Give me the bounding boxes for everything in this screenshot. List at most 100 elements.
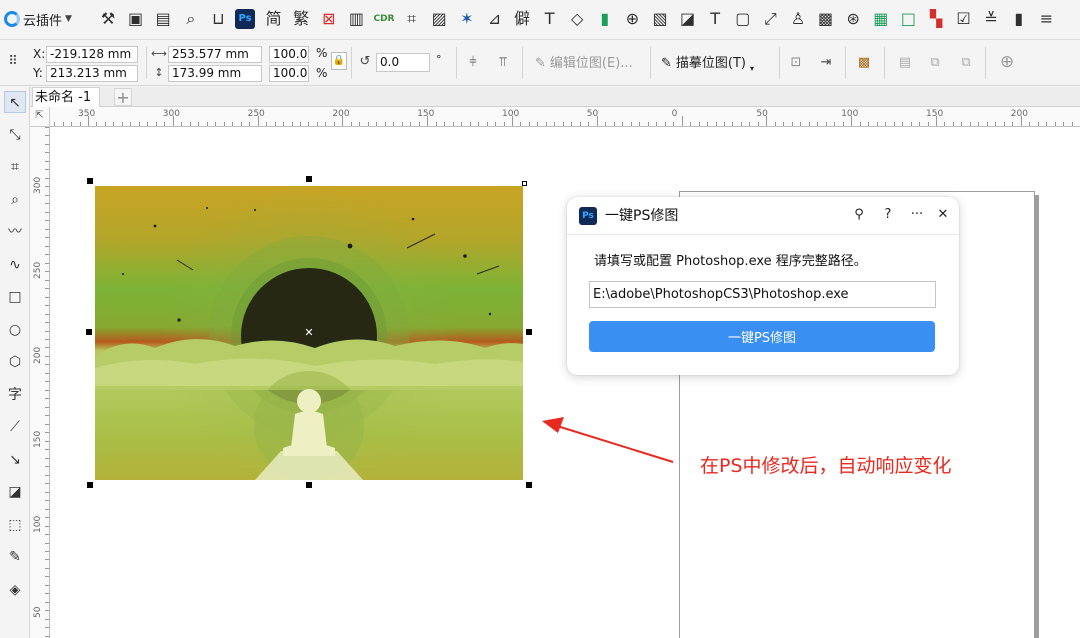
close-icon[interactable]: ✕ [933, 205, 953, 225]
chart-icon[interactable]: ⊿ [483, 8, 505, 30]
shadow-tool-icon[interactable]: ◪ [4, 481, 26, 503]
eyedropper-tool-icon[interactable]: ✎ [4, 546, 26, 568]
ellipse-tool-icon[interactable]: ○ [4, 319, 26, 341]
list-icon[interactable]: ≡ [1035, 8, 1057, 30]
ruler-tick [478, 122, 480, 126]
resample-icon[interactable]: ⇥ [817, 53, 835, 73]
book-icon[interactable]: ▮ [1008, 8, 1030, 30]
one-click-ps-button[interactable]: 一键PS修图 [589, 321, 935, 352]
arrange-back-icon[interactable]: ⧉ [957, 53, 975, 73]
object-origin-icon[interactable]: ⠿ [4, 52, 22, 72]
arrange-icon[interactable]: ⧉ [926, 53, 944, 73]
picture-icon[interactable]: ▨ [428, 8, 450, 30]
zoom-tool-icon[interactable]: ⌕ [4, 189, 26, 211]
ruler-tick-label: 250 [33, 261, 43, 279]
simplified-chinese-icon[interactable]: 简 [263, 8, 285, 30]
selection-handle[interactable] [306, 176, 312, 182]
photoshop-path-input[interactable] [589, 281, 936, 308]
separator [522, 47, 523, 79]
scale-width-field[interactable]: 100.0 [269, 46, 309, 63]
ruler-tick [732, 122, 734, 126]
expand-icon[interactable]: ⤢ [759, 8, 781, 30]
edit-bitmap-button[interactable]: ✎ 编辑位图(E)... [535, 53, 633, 75]
selection-handle[interactable] [87, 178, 93, 184]
square-icon[interactable]: □ [897, 8, 919, 30]
bitmap-image[interactable]: ✕ [95, 186, 523, 480]
polygon-tool-icon[interactable]: ⬡ [4, 351, 26, 373]
trace-bitmap-button[interactable]: ✎ 描摹位图(T) ▾ [661, 53, 754, 75]
text-tool-icon[interactable]: 字 [4, 384, 26, 406]
ruler-tick [656, 122, 658, 126]
y-position-field[interactable]: 213.213 mm [46, 65, 138, 82]
pin-icon[interactable]: ⚲ [849, 205, 869, 225]
crop-tool-icon[interactable]: ⌗ [4, 156, 26, 178]
cdr-icon[interactable]: CDR [373, 8, 395, 30]
fill-tool-icon[interactable]: ◈ [4, 579, 26, 601]
artistic-media-icon[interactable]: ∿ [4, 254, 26, 276]
selection-handle[interactable] [87, 482, 93, 488]
tab-document[interactable]: 未命名 -1 [32, 87, 101, 107]
bookmark-green-icon[interactable]: ▮ [594, 8, 616, 30]
ruler-tick [240, 122, 242, 126]
selection-handle[interactable] [86, 329, 92, 335]
new-tab-button[interactable]: + [114, 88, 132, 106]
selection-handle[interactable] [526, 329, 532, 335]
badge-icon[interactable]: ⊛ [842, 8, 864, 30]
ruler-tick [45, 389, 49, 391]
ruler-origin-icon[interactable]: ⇱ [30, 107, 50, 127]
image-check-icon[interactable]: ▣ [125, 8, 147, 30]
crop-frame-icon[interactable]: ⌗ [401, 8, 423, 30]
image-edit-icon[interactable]: ◪ [677, 8, 699, 30]
height-field[interactable]: 173.99 mm [168, 65, 262, 82]
selection-handle[interactable] [522, 181, 527, 186]
wrench-icon[interactable]: ⚒ [97, 8, 119, 30]
crop-bitmap-icon[interactable]: ⊡ [787, 53, 805, 73]
help-icon[interactable]: ? [878, 205, 898, 225]
selection-handle[interactable] [526, 482, 532, 488]
scale-height-field[interactable]: 100.0 [269, 65, 309, 82]
plugin-menu-button[interactable]: 云插件 ▼ [4, 8, 72, 30]
checkbox-icon[interactable]: ☑ [953, 8, 975, 30]
x-position-field[interactable]: -219.128 mm [46, 46, 138, 63]
transparency-tool-icon[interactable]: ⬚ [4, 514, 26, 536]
column-icon[interactable]: ▥ [345, 8, 367, 30]
freehand-tool-icon[interactable]: 〰 [4, 221, 26, 243]
pixel-icon[interactable]: ▚ [925, 8, 947, 30]
selection-handle[interactable] [306, 482, 312, 488]
person-icon[interactable]: ♙ [787, 8, 809, 30]
rotation-field[interactable]: 0.0 [376, 53, 430, 72]
grid-icon[interactable]: ▦ [870, 8, 892, 30]
table-icon[interactable]: ▤ [152, 8, 174, 30]
rectangle-tool-icon[interactable]: □ [4, 286, 26, 308]
mirror-vertical-icon[interactable]: ⫪ [494, 53, 512, 73]
horizontal-ruler[interactable]: 350 300 250 200 150 100 50 0 50 100 150 200 [50, 107, 1080, 127]
add-icon[interactable]: ⊕ [998, 52, 1016, 72]
text-format-icon[interactable]: T [539, 8, 561, 30]
width-field[interactable]: 253.577 mm [168, 46, 262, 63]
rare-char-icon[interactable]: 僻 [511, 8, 533, 30]
shape-tool-icon[interactable]: ⤡ [4, 124, 26, 146]
vertical-ruler[interactable]: 300 250 200 150 100 50 [30, 127, 50, 638]
speech-icon[interactable]: ▢ [732, 8, 754, 30]
cup-icon[interactable]: ⊔ [207, 8, 229, 30]
gallery-icon[interactable]: ▩ [815, 8, 837, 30]
mirror-horizontal-icon[interactable]: ⫩ [464, 53, 482, 73]
lock-ratio-icon[interactable]: 🔒 [331, 52, 347, 70]
text-tool-icon[interactable]: T [704, 8, 726, 30]
photoshop-icon[interactable]: Ps [235, 9, 255, 29]
more-icon[interactable]: ··· [907, 205, 927, 225]
pick-tool-icon[interactable]: ↖ [4, 91, 26, 113]
bitmap-mask-icon[interactable]: ▩ [855, 53, 873, 73]
dialog-titlebar[interactable]: Ps 一键PS修图 ⚲ ? ··· ✕ [567, 197, 959, 235]
connector-tool-icon[interactable]: ↘ [4, 449, 26, 471]
sliders-icon[interactable]: ≚ [980, 8, 1002, 30]
search-doc-icon[interactable]: ⌕ [180, 8, 202, 30]
wrap-text-icon[interactable]: ▤ [896, 53, 914, 73]
picture-frame-icon[interactable]: ▧ [649, 8, 671, 30]
star-transform-icon[interactable]: ✶ [456, 8, 478, 30]
delete-frame-icon[interactable]: ⊠ [318, 8, 340, 30]
parallel-dimension-icon[interactable]: ⟋ [4, 416, 26, 438]
globe-icon[interactable]: ⊕ [621, 8, 643, 30]
shape-node-icon[interactable]: ◇ [566, 8, 588, 30]
traditional-chinese-icon[interactable]: 繁 [290, 8, 312, 30]
